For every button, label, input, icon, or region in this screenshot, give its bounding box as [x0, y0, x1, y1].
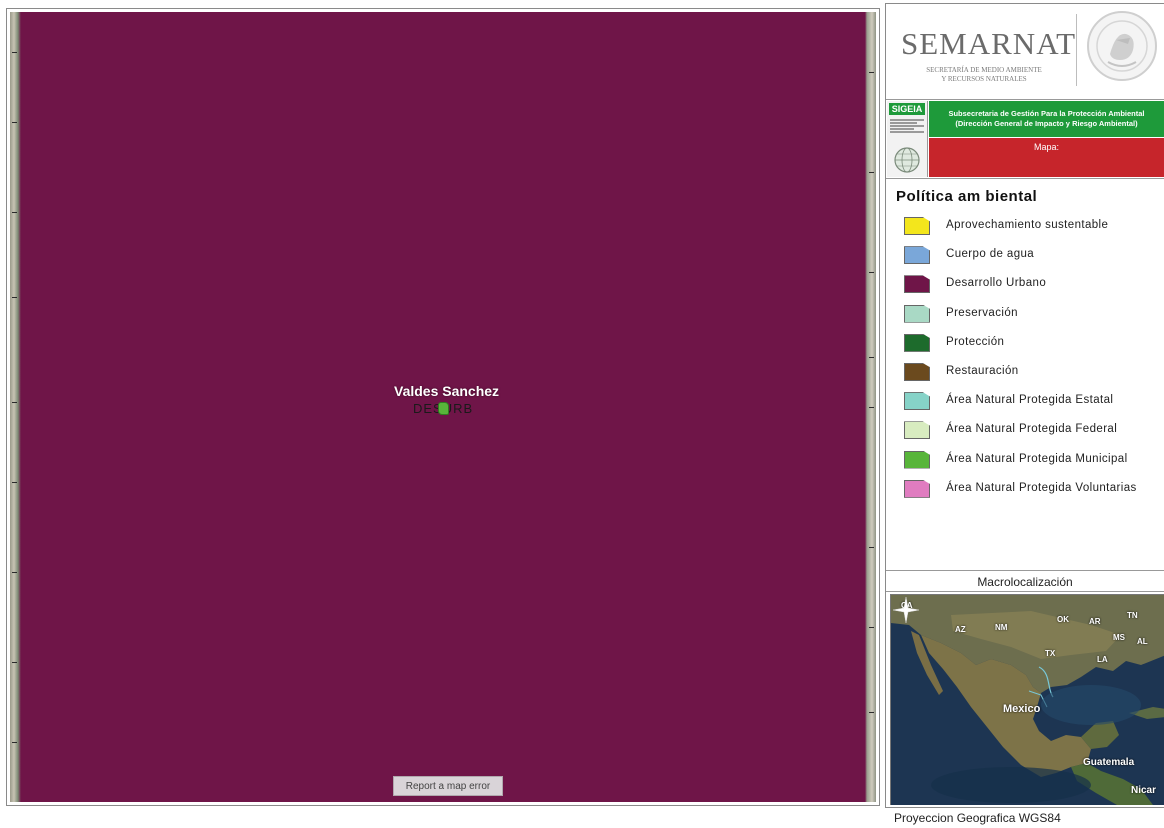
legend-item: Desarrollo Urbano: [904, 272, 1164, 301]
sigeia-band: SIGEIA Subsecretaria de Gestión Para la …: [886, 99, 1164, 179]
legend-item: Área Natural Protegida Voluntarias: [904, 477, 1164, 506]
legend-title: Política am biental: [896, 188, 1038, 205]
map-frame: Valdes Sanchez DESURB Report a map error: [6, 8, 880, 806]
legend-swatch: [904, 217, 930, 235]
macro-label-ar: AR: [1089, 617, 1101, 626]
legend-item: Restauración: [904, 360, 1164, 389]
sigeia-fine-print: [890, 118, 924, 134]
header-divider: [1076, 14, 1077, 86]
legend-item: Cuerpo de agua: [904, 243, 1164, 272]
legend-item: Protección: [904, 331, 1164, 360]
macro-label-tn: TN: [1127, 611, 1138, 620]
macro-label-nm: NM: [995, 623, 1008, 632]
subsecretaria-line-2: (Dirección General de Impacto y Riesgo A…: [955, 119, 1138, 128]
map-side-panel: SEMARNAT SECRETARÍA DE MEDIO AMBIENTE Y …: [885, 3, 1164, 808]
macro-label-ms: MS: [1113, 633, 1125, 642]
semarnat-logo: SEMARNAT: [901, 26, 1077, 61]
legend-swatch: [904, 246, 930, 265]
macro-label-la: LA: [1097, 655, 1108, 664]
macro-label-guatemala: Guatemala: [1083, 757, 1135, 768]
macrolocalizacion-map[interactable]: CA AZ NM OK AR TN TX MS AL LA Mexico Gua…: [890, 594, 1164, 805]
legend-label: Restauración: [946, 364, 1019, 377]
legend-label: Área Natural Protegida Voluntarias: [946, 481, 1137, 494]
mexico-seal-icon: [1087, 11, 1157, 81]
legend-item: Área Natural Protegida Federal: [904, 418, 1164, 447]
north-arrow-icon: [892, 596, 920, 624]
legend-swatch: [904, 421, 930, 440]
macro-label-tx: TX: [1045, 649, 1056, 658]
macro-label-al: AL: [1137, 637, 1148, 646]
legend-label: Área Natural Protegida Federal: [946, 423, 1118, 436]
map-view[interactable]: Valdes Sanchez DESURB Report a map error: [10, 12, 876, 802]
subsecretaria-line-1: Subsecretaria de Gestión Para la Protecc…: [948, 109, 1145, 118]
legend-label: Aprovechamiento sustentable: [946, 219, 1109, 231]
legend-swatch: [904, 479, 930, 498]
semarnat-header: SEMARNAT SECRETARÍA DE MEDIO AMBIENTE Y …: [886, 4, 1164, 96]
macro-map-terrain: [891, 595, 1164, 805]
legend-label: Desarrollo Urbano: [946, 277, 1047, 290]
legend-swatch: [904, 333, 930, 352]
macro-label-mexico: Mexico: [1003, 703, 1041, 715]
mapa-title-box: Mapa:: [929, 138, 1164, 177]
macrolocalizacion-title: Macrolocalización: [886, 570, 1164, 592]
legend-label: Área Natural Protegida Estatal: [946, 394, 1114, 407]
legend-item: Aprovechamiento sustentable: [904, 214, 1164, 243]
projection-label: Proyeccion Geografica WGS84: [894, 811, 1061, 825]
report-map-error-button[interactable]: Report a map error: [393, 776, 503, 796]
semarnat-subtitle: SECRETARÍA DE MEDIO AMBIENTE Y RECURSOS …: [909, 66, 1059, 84]
legend-swatch: [904, 450, 930, 469]
sigeia-logo: SIGEIA: [887, 101, 928, 177]
subsecretaria-box: Subsecretaria de Gestión Para la Protecc…: [929, 101, 1164, 137]
legend-swatch: [904, 362, 930, 381]
legend-swatch: [904, 275, 930, 294]
legend-list: Aprovechamiento sustentable Cuerpo de agu…: [904, 214, 1164, 506]
semarnat-subtitle-line-2: Y RECURSOS NATURALES: [941, 75, 1027, 83]
anp-municipal-polygon[interactable]: [438, 402, 449, 415]
macro-label-az: AZ: [955, 625, 966, 634]
legend-item: Preservación: [904, 302, 1164, 331]
legend-item: Área Natural Protegida Estatal: [904, 389, 1164, 418]
macro-label-nicar: Nicar: [1131, 785, 1157, 796]
legend-swatch: [904, 392, 930, 411]
legend-label: Área Natural Protegida Municipal: [946, 452, 1128, 465]
mapa-label: Mapa:: [1033, 142, 1059, 152]
semarnat-subtitle-line-1: SECRETARÍA DE MEDIO AMBIENTE: [926, 66, 1042, 74]
legend-swatch: [904, 304, 930, 323]
macro-label-ok: OK: [1057, 615, 1069, 624]
globe-icon: [894, 147, 920, 173]
legend-label: Cuerpo de agua: [946, 248, 1035, 261]
legend-item: Área Natural Protegida Municipal: [904, 448, 1164, 477]
legend-label: Preservación: [946, 306, 1018, 319]
legend-label: Protección: [946, 335, 1005, 348]
sigeia-title: SIGEIA: [889, 103, 925, 115]
place-label: Valdes Sanchez: [394, 383, 500, 399]
